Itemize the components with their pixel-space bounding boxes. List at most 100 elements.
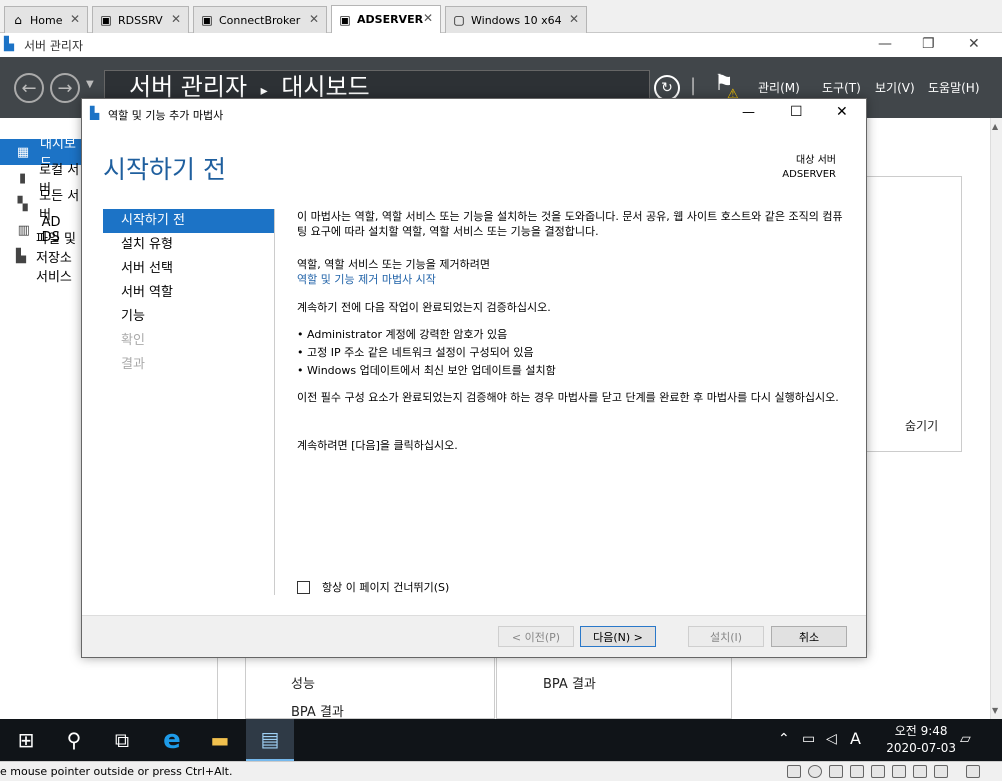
remove-wizard-link[interactable]: 역할 및 기능 제거 마법사 시작 — [297, 272, 436, 287]
history-dropdown-icon[interactable]: ▼ — [86, 79, 94, 90]
server-manager-taskbar-button[interactable]: ▤ — [246, 719, 294, 761]
destination-server: 대상 서버 ADSERVER — [782, 154, 836, 182]
start-button[interactable]: ⊞ — [2, 719, 50, 761]
arrow-left-icon: ← — [21, 77, 37, 99]
previous-button[interactable]: < 이전(P) — [498, 626, 574, 647]
internet-explorer-button[interactable]: e — [148, 719, 196, 761]
sound-icon[interactable] — [871, 765, 885, 778]
step-features[interactable]: 기능 — [103, 305, 274, 329]
windows-logo-icon: ⊞ — [17, 728, 35, 752]
search-icon: ⚲ — [66, 728, 82, 752]
close-icon[interactable]: ✕ — [309, 12, 319, 26]
scroll-up-icon[interactable]: ▲ — [992, 122, 998, 131]
close-icon[interactable]: ✕ — [569, 12, 579, 26]
vm-icon: ▣ — [201, 13, 213, 27]
skip-page-checkbox[interactable] — [297, 580, 310, 594]
folder-icon: ▬ — [210, 728, 230, 752]
minimize-icon[interactable]: — — [878, 36, 892, 52]
search-button[interactable]: ⚲ — [50, 719, 98, 761]
menu-view[interactable]: 보기(V) — [875, 79, 915, 96]
host-tab-rdssrv[interactable]: ▣ RDSSRV ✕ — [92, 6, 189, 33]
sidebar-item-label: 파일 및 저장소 서비스 — [36, 231, 77, 285]
host-tab-connectbroker[interactable]: ▣ ConnectBroker ✕ — [193, 6, 327, 33]
bullet-item: • 고정 IP 주소 같은 네트워크 설정이 구성되어 있음 — [297, 346, 534, 359]
taskbar: ⊞ ⚲ ⧉ e ▬ ▤ ⌃ ▭ ◁ A 오전 9:48 2020-07-03 ▱ — [0, 719, 1002, 761]
vm-icon: ▣ — [339, 12, 351, 27]
restore-icon[interactable]: ❐ — [922, 36, 935, 52]
task-view-button[interactable]: ⧉ — [98, 719, 146, 761]
maximize-icon[interactable]: ☐ — [790, 104, 803, 120]
bullet-item: • Windows 업데이트에서 최신 보안 업데이트를 설치함 — [297, 364, 556, 377]
clock-date: 2020-07-03 — [886, 741, 956, 755]
divider — [217, 658, 218, 719]
tile-item-performance[interactable]: 성능 — [291, 673, 315, 692]
show-hidden-icons[interactable]: ⌃ — [778, 731, 790, 747]
wizard-title: 역할 및 기능 추가 마법사 — [108, 109, 224, 122]
ime-indicator[interactable]: A — [850, 729, 861, 748]
cancel-button[interactable]: 취소 — [771, 626, 847, 647]
menu-tools[interactable]: 도구(T) — [822, 79, 861, 96]
host-tab-home[interactable]: ⌂ Home ✕ — [4, 6, 88, 33]
close-icon[interactable]: ✕ — [836, 104, 848, 120]
file-explorer-button[interactable]: ▬ — [196, 719, 244, 761]
vm-icon: ▣ — [100, 13, 112, 27]
clock-time: 오전 9:48 — [894, 724, 948, 738]
device-icon[interactable] — [934, 765, 948, 778]
breadcrumb-root[interactable]: 서버 관리자 — [129, 73, 247, 101]
step-before-you-begin[interactable]: 시작하기 전 — [103, 209, 274, 233]
skip-page-option[interactable]: 항상 이 페이지 건너뛰기(S) — [297, 579, 449, 595]
add-roles-wizard: ▙ 역할 및 기능 추가 마법사 — ☐ ✕ 시작하기 전 대상 서버 ADSE… — [81, 98, 867, 658]
step-server-roles[interactable]: 서버 역할 — [103, 281, 274, 305]
scrollbar[interactable]: ▲ ▼ — [990, 118, 1002, 719]
server-manager-icon: ▙ — [4, 37, 14, 52]
next-button[interactable]: 다음(N) > — [580, 626, 656, 647]
skip-page-label[interactable]: 항상 이 페이지 건너뛰기(S) — [322, 579, 449, 595]
tile-item-bpa[interactable]: BPA 결과 — [543, 673, 596, 692]
sidebar-item-file-storage[interactable]: ▙ 파일 및 저장소 서비스 — [0, 232, 82, 285]
cd-dvd-icon[interactable] — [808, 765, 822, 778]
forward-button[interactable]: → — [50, 73, 80, 103]
close-icon[interactable]: ✕ — [70, 12, 80, 26]
hard-disk-icon[interactable] — [787, 765, 801, 778]
usb-icon[interactable] — [850, 765, 864, 778]
menu-manage[interactable]: 관리(M) — [758, 79, 800, 96]
close-icon[interactable]: ✕ — [968, 36, 980, 52]
tile-item-bpa[interactable]: BPA 결과 — [291, 701, 344, 720]
server-tile — [245, 658, 495, 719]
host-tab-label: ConnectBroker — [219, 13, 301, 27]
host-tab-windows10[interactable]: ▢ Windows 10 x64 ✕ — [445, 6, 587, 33]
prereq-text: 이전 필수 구성 요소가 완료되었는지 검증해야 하는 경우 마법사를 닫고 단… — [297, 391, 839, 404]
message-icon[interactable] — [966, 765, 980, 778]
page-title: 시작하기 전 — [103, 155, 226, 184]
server-tile — [496, 658, 732, 719]
step-installation-type[interactable]: 설치 유형 — [103, 233, 274, 257]
network-adapter-icon[interactable] — [829, 765, 843, 778]
volume-muted-icon[interactable]: ◁ — [826, 731, 837, 747]
clock[interactable]: 오전 9:48 2020-07-03 — [886, 723, 956, 757]
display-icon[interactable] — [913, 765, 927, 778]
network-icon[interactable]: ▭ — [802, 731, 815, 747]
close-icon[interactable]: ✕ — [423, 11, 433, 25]
printer-icon[interactable] — [892, 765, 906, 778]
step-server-selection[interactable]: 서버 선택 — [103, 257, 274, 281]
back-button[interactable]: ← — [14, 73, 44, 103]
bullet-text: Administrator 계정에 강력한 암호가 있음 — [307, 328, 508, 341]
home-icon: ⌂ — [14, 13, 22, 27]
welcome-tile — [867, 176, 962, 452]
step-results: 결과 — [121, 357, 145, 372]
divider: | — [690, 75, 697, 96]
refresh-icon: ↻ — [661, 80, 673, 96]
install-button[interactable]: 설치(I) — [688, 626, 764, 647]
action-center-icon[interactable]: ▱ — [960, 731, 971, 747]
host-tab-adserver[interactable]: ▣ ADSERVER ✕ — [331, 5, 441, 33]
close-icon[interactable]: ✕ — [171, 12, 181, 26]
hide-link[interactable]: 숨기기 — [905, 417, 938, 434]
minimize-icon[interactable]: — — [742, 105, 755, 120]
menu-help[interactable]: 도움말(H) — [928, 79, 980, 96]
scroll-down-icon[interactable]: ▼ — [992, 706, 998, 715]
sidebar-item-all-servers[interactable]: ▚ 모든 서버 — [0, 189, 82, 223]
dashboard-icon: ▦ — [16, 144, 30, 160]
wizard-footer: < 이전(P) 다음(N) > 설치(I) 취소 — [82, 615, 866, 657]
servers-icon: ▚ — [17, 196, 28, 212]
intro-text: 이 마법사는 역할, 역할 서비스 또는 기능을 설치하는 것을 도와줍니다. … — [297, 210, 843, 238]
